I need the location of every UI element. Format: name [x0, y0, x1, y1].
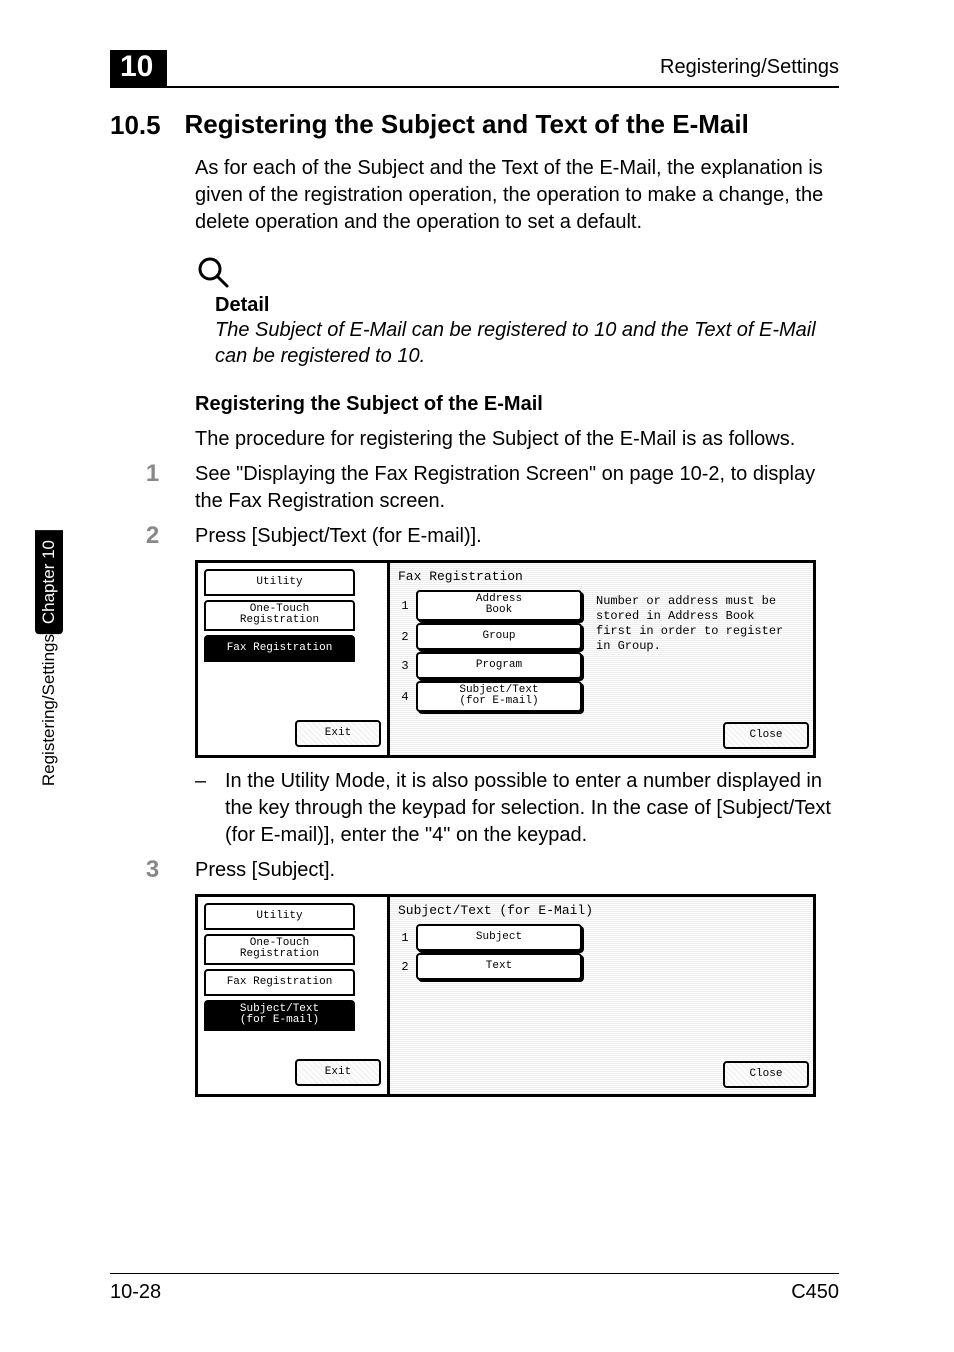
note-text: In the Utility Mode, it is also possible…	[225, 768, 839, 849]
tab-label-line2: Registration	[240, 949, 319, 960]
fax-registration-screen: Utility One-Touch Registration Fax Regis…	[195, 560, 816, 758]
step-text: Press [Subject/Text (for E-mail)].	[195, 523, 482, 550]
side-tab-chapter: Chapter 10	[35, 530, 63, 634]
header-rule	[110, 86, 839, 88]
detail-label: Detail	[215, 294, 839, 317]
tab-utility[interactable]: Utility	[204, 569, 355, 596]
header-section-name: Registering/Settings	[660, 56, 839, 79]
subject-button[interactable]: Subject	[416, 924, 582, 951]
side-chapter-tab: Chapter 10 Registering/Settings	[34, 530, 64, 796]
item-index: 3	[398, 659, 412, 673]
chapter-number-badge: 10	[110, 50, 167, 86]
tab-fax-registration[interactable]: Fax Registration	[204, 635, 355, 662]
close-button[interactable]: Close	[723, 1061, 809, 1088]
subject-text-for-email-button[interactable]: Subject/Text (for E-mail)	[416, 681, 582, 712]
list-item: 1 Address Book	[398, 590, 582, 621]
detail-text: The Subject of E-Mail can be registered …	[215, 317, 839, 369]
list-item: 2 Text	[398, 953, 582, 980]
step-number: 1	[110, 461, 195, 487]
side-tab-section: Registering/Settings	[39, 634, 59, 796]
group-button[interactable]: Group	[416, 623, 582, 650]
dash-bullet: –	[195, 768, 225, 849]
close-button[interactable]: Close	[723, 722, 809, 749]
step-number: 3	[110, 857, 195, 883]
item-index: 1	[398, 931, 412, 945]
step-text: Press [Subject].	[195, 857, 335, 884]
step-number: 2	[110, 523, 195, 549]
item-index: 2	[398, 960, 412, 974]
model-code: C450	[791, 1281, 839, 1304]
subject-text-for-email-screen: Utility One-Touch Registration Fax Regis…	[195, 894, 816, 1097]
item-index: 4	[398, 690, 412, 704]
section-intro: As for each of the Subject and the Text …	[195, 155, 839, 236]
tab-subject-text-for-email[interactable]: Subject/Text (for E-mail)	[204, 1000, 355, 1031]
list-item: 4 Subject/Text (for E-mail)	[398, 681, 582, 712]
address-book-button[interactable]: Address Book	[416, 590, 582, 621]
tab-one-touch-registration[interactable]: One-Touch Registration	[204, 934, 355, 965]
screen-title: Subject/Text (for E-Mail)	[394, 901, 809, 922]
tab-one-touch-registration[interactable]: One-Touch Registration	[204, 600, 355, 631]
step-text: See "Displaying the Fax Registration Scr…	[195, 461, 839, 515]
sub-intro: The procedure for registering the Subjec…	[195, 426, 839, 453]
exit-button[interactable]: Exit	[295, 1059, 381, 1086]
exit-button[interactable]: Exit	[295, 720, 381, 747]
page-number: 10-28	[110, 1281, 161, 1304]
list-item: 3 Program	[398, 652, 582, 679]
item-index: 2	[398, 630, 412, 644]
tab-utility[interactable]: Utility	[204, 903, 355, 930]
section-number: 10.5	[110, 110, 180, 141]
tab-label-line2: Registration	[240, 615, 319, 626]
section-title: Registering the Subject and Text of the …	[184, 110, 748, 140]
footer-rule	[110, 1273, 839, 1274]
detail-icon	[195, 254, 839, 290]
tab-fax-registration[interactable]: Fax Registration	[204, 969, 355, 996]
screen-title: Fax Registration	[394, 567, 809, 588]
program-button[interactable]: Program	[416, 652, 582, 679]
list-item: 1 Subject	[398, 924, 582, 951]
item-index: 1	[398, 599, 412, 613]
text-button[interactable]: Text	[416, 953, 582, 980]
list-item: 2 Group	[398, 623, 582, 650]
hint-text: Number or address must be stored in Addr…	[592, 590, 790, 654]
subheading: Registering the Subject of the E-Mail	[195, 393, 839, 416]
